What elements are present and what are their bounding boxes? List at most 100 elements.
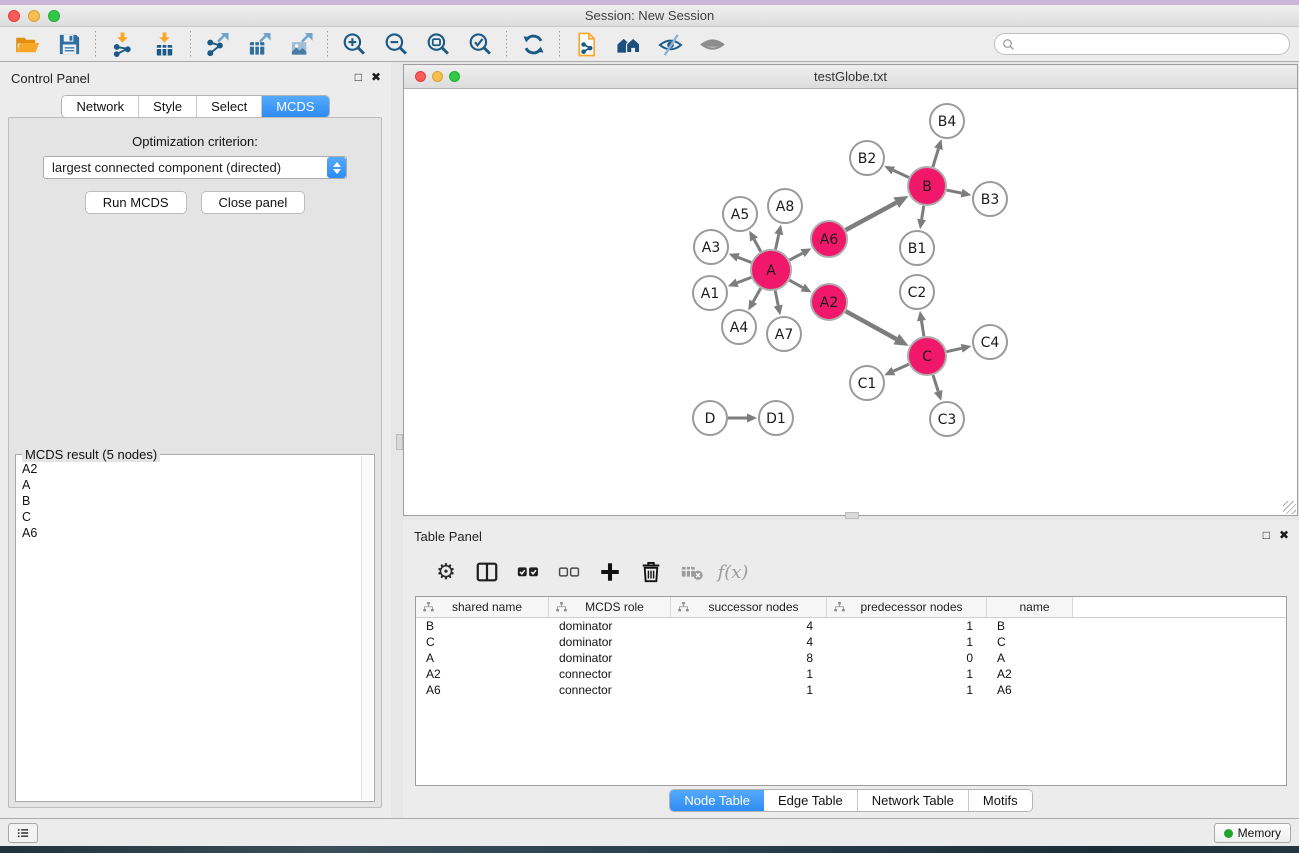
import-network-button[interactable] <box>101 29 143 59</box>
tab-network-table[interactable]: Network Table <box>858 790 969 811</box>
mcds-result-item[interactable]: A <box>17 477 361 493</box>
float-table-panel-icon[interactable]: □ <box>1263 528 1270 542</box>
graph-node-A7[interactable]: A7 <box>767 317 801 351</box>
search-input[interactable] <box>1015 35 1289 53</box>
houses-button[interactable] <box>607 29 649 59</box>
save-session-button[interactable] <box>48 29 90 59</box>
table-row[interactable]: Adominator80A <box>416 650 1286 666</box>
graph-node-D[interactable]: D <box>693 401 727 435</box>
graph-edge-B-B2[interactable] <box>893 170 909 177</box>
split-columns-button[interactable] <box>473 558 501 586</box>
splitter-grip-left[interactable] <box>396 434 403 450</box>
graph-edge-B-B3[interactable] <box>947 190 962 193</box>
graph-edge-A-A1[interactable] <box>737 277 751 282</box>
graph-node-A[interactable]: A <box>751 250 791 290</box>
graph-edge-C-C4[interactable] <box>947 348 962 351</box>
mcds-result-item[interactable]: B <box>17 493 361 509</box>
graph-node-A5[interactable]: A5 <box>723 197 757 231</box>
graph-edge-C-C1[interactable] <box>893 364 908 371</box>
graph-node-B[interactable]: B <box>908 167 946 205</box>
tab-style[interactable]: Style <box>139 96 197 117</box>
checkboxes-checked-button[interactable] <box>514 558 542 586</box>
resize-grip[interactable] <box>1283 501 1296 514</box>
mcds-result-item[interactable]: A2 <box>17 461 361 477</box>
zoom-fit-button[interactable] <box>417 29 459 59</box>
column-header-successor-nodes[interactable]: successor nodes <box>671 597 827 617</box>
graph-edge-A-A8[interactable] <box>775 234 778 249</box>
task-history-button[interactable] <box>8 823 38 843</box>
table-row[interactable]: Cdominator41C <box>416 634 1286 650</box>
graph-node-C2[interactable]: C2 <box>900 275 934 309</box>
table-row[interactable]: A2connector11A2 <box>416 666 1286 682</box>
network-canvas[interactable]: AA6A2BCA3A5A8A1A4A7B2B4B3B1C2C4C1C3DD1 <box>404 89 1297 515</box>
run-mcds-button[interactable]: Run MCDS <box>85 191 187 214</box>
tab-motifs[interactable]: Motifs <box>969 790 1032 811</box>
result-scrollbar[interactable] <box>361 456 373 800</box>
graph-node-A1[interactable]: A1 <box>693 276 727 310</box>
graph-node-B4[interactable]: B4 <box>930 104 964 138</box>
table-row[interactable]: Bdominator41B <box>416 618 1286 634</box>
tab-select[interactable]: Select <box>197 96 262 117</box>
refresh-layout-button[interactable] <box>512 29 554 59</box>
search-box[interactable] <box>994 33 1290 55</box>
mcds-result-item[interactable]: A6 <box>17 525 361 541</box>
graph-edge-C-C3[interactable] <box>933 375 938 391</box>
close-table-panel-icon[interactable]: ✖ <box>1279 528 1289 542</box>
zoom-selected-button[interactable] <box>459 29 501 59</box>
eye-button[interactable] <box>691 29 733 59</box>
column-header-MCDS-role[interactable]: MCDS role <box>549 597 671 617</box>
graph-node-C3[interactable]: C3 <box>930 402 964 436</box>
eye-slash-button[interactable] <box>649 29 691 59</box>
mcds-result-item[interactable]: C <box>17 509 361 525</box>
memory-button[interactable]: Memory <box>1214 823 1291 843</box>
graph-edge-C-C2[interactable] <box>921 321 923 337</box>
graph-edge-A-A4[interactable] <box>753 288 761 301</box>
export-image-button[interactable] <box>280 29 322 59</box>
graph-edge-A-A3[interactable] <box>738 257 751 262</box>
close-panel-button[interactable]: Close panel <box>201 191 306 214</box>
graph-node-A3[interactable]: A3 <box>694 230 728 264</box>
trash-button[interactable] <box>637 558 665 586</box>
gear-button[interactable]: ⚙ <box>432 558 460 586</box>
add-button[interactable] <box>596 558 624 586</box>
tab-node-table[interactable]: Node Table <box>670 790 764 811</box>
graph-node-A8[interactable]: A8 <box>768 189 802 223</box>
graph-edge-B-B1[interactable] <box>922 206 924 220</box>
graph-edge-A6-B[interactable] <box>846 203 897 230</box>
import-table-button[interactable] <box>143 29 185 59</box>
graph-node-A4[interactable]: A4 <box>722 310 756 344</box>
graph-node-C1[interactable]: C1 <box>850 366 884 400</box>
graph-edge-A-A7[interactable] <box>775 291 778 306</box>
optimization-criterion-select[interactable]: largest connected component (directed) <box>43 156 347 179</box>
graph-node-B1[interactable]: B1 <box>900 231 934 265</box>
network-window-titlebar[interactable]: testGlobe.txt <box>404 65 1297 89</box>
open-file-button[interactable] <box>6 29 48 59</box>
export-network-button[interactable] <box>196 29 238 59</box>
tab-edge-table[interactable]: Edge Table <box>764 790 858 811</box>
graph-node-B3[interactable]: B3 <box>973 182 1007 216</box>
tab-network[interactable]: Network <box>62 96 139 117</box>
export-table-button[interactable] <box>238 29 280 59</box>
graph-edge-B-B4[interactable] <box>933 149 939 167</box>
graph-node-C[interactable]: C <box>908 337 946 375</box>
column-header-name[interactable]: name <box>987 597 1073 617</box>
splitter-grip-bottom[interactable] <box>845 512 859 519</box>
checkboxes-unchecked-button[interactable] <box>555 558 583 586</box>
graph-edge-A2-C[interactable] <box>846 311 897 339</box>
zoom-out-button[interactable] <box>375 29 417 59</box>
graph-edge-A-A5[interactable] <box>754 239 761 251</box>
column-header-predecessor-nodes[interactable]: predecessor nodes <box>827 597 987 617</box>
close-panel-icon[interactable]: ✖ <box>371 70 381 84</box>
graph-edge-A-A2[interactable] <box>789 280 802 287</box>
column-header-shared-name[interactable]: shared name <box>416 597 549 617</box>
float-panel-icon[interactable]: □ <box>355 70 362 84</box>
tab-mcds[interactable]: MCDS <box>262 96 328 117</box>
graph-node-D1[interactable]: D1 <box>759 401 793 435</box>
zoom-in-button[interactable] <box>333 29 375 59</box>
graph-node-C4[interactable]: C4 <box>973 325 1007 359</box>
graph-node-A6[interactable]: A6 <box>811 221 847 257</box>
graph-node-A2[interactable]: A2 <box>811 284 847 320</box>
graph-edge-A-A6[interactable] <box>790 253 803 260</box>
table-row[interactable]: A6connector11A6 <box>416 682 1286 698</box>
document-network-button[interactable] <box>565 29 607 59</box>
